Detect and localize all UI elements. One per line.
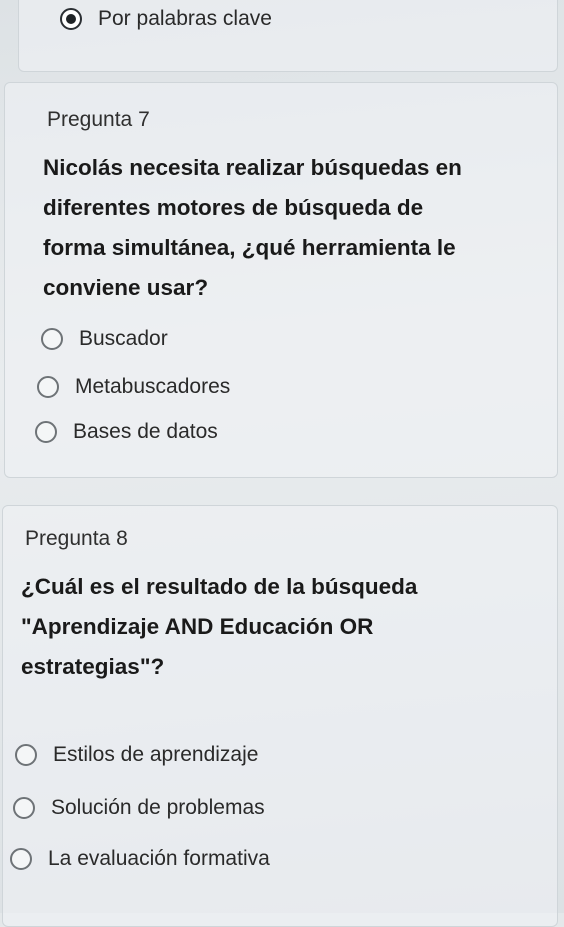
radio-selected-icon[interactable]: [60, 8, 82, 30]
option-label: Buscador: [79, 327, 168, 350]
option-label: Metabuscadores: [75, 375, 231, 398]
option-label: La evaluación formativa: [48, 847, 270, 870]
question-7-line: diferentes motores de búsqueda de: [43, 195, 424, 220]
question-7-text: Nicolás necesita realizar búsquedas en d…: [43, 148, 553, 308]
radio-unselected-icon[interactable]: [37, 376, 59, 398]
option-estilos-de-aprendizaje[interactable]: Estilos de aprendizaje: [15, 743, 258, 767]
question-7-line: Nicolás necesita realizar búsquedas en: [43, 155, 462, 180]
question-8-number: Pregunta 8: [25, 527, 128, 550]
radio-unselected-icon[interactable]: [10, 848, 32, 870]
option-la-evaluacion-formativa[interactable]: La evaluación formativa: [10, 847, 270, 871]
option-label: Estilos de aprendizaje: [53, 743, 259, 766]
question-7-line: forma simultánea, ¿qué herramienta le: [43, 235, 456, 260]
question-8-line: estrategias"?: [21, 654, 165, 679]
option-por-palabras-clave[interactable]: Por palabras clave: [60, 7, 272, 31]
question-8-line: ¿Cuál es el resultado de la búsqueda: [21, 574, 418, 599]
option-bases-de-datos[interactable]: Bases de datos: [35, 420, 218, 444]
option-buscador[interactable]: Buscador: [41, 327, 168, 351]
question-7-number: Pregunta 7: [47, 108, 150, 131]
radio-unselected-icon[interactable]: [35, 421, 57, 443]
option-solucion-de-problemas[interactable]: Solución de problemas: [13, 796, 265, 820]
radio-unselected-icon[interactable]: [41, 328, 63, 350]
radio-unselected-icon[interactable]: [15, 744, 37, 766]
option-label: Por palabras clave: [98, 7, 272, 30]
quiz-page: Por palabras clave Pregunta 7 Nicolás ne…: [0, 0, 564, 927]
question-7-line: conviene usar?: [43, 275, 209, 300]
question-8-text: ¿Cuál es el resultado de la búsqueda "Ap…: [21, 567, 551, 687]
radio-unselected-icon[interactable]: [13, 797, 35, 819]
question-8-line: "Aprendizaje AND Educación OR: [21, 614, 374, 639]
option-label: Solución de problemas: [51, 796, 265, 819]
option-metabuscadores[interactable]: Metabuscadores: [37, 375, 230, 399]
option-label: Bases de datos: [73, 420, 218, 443]
